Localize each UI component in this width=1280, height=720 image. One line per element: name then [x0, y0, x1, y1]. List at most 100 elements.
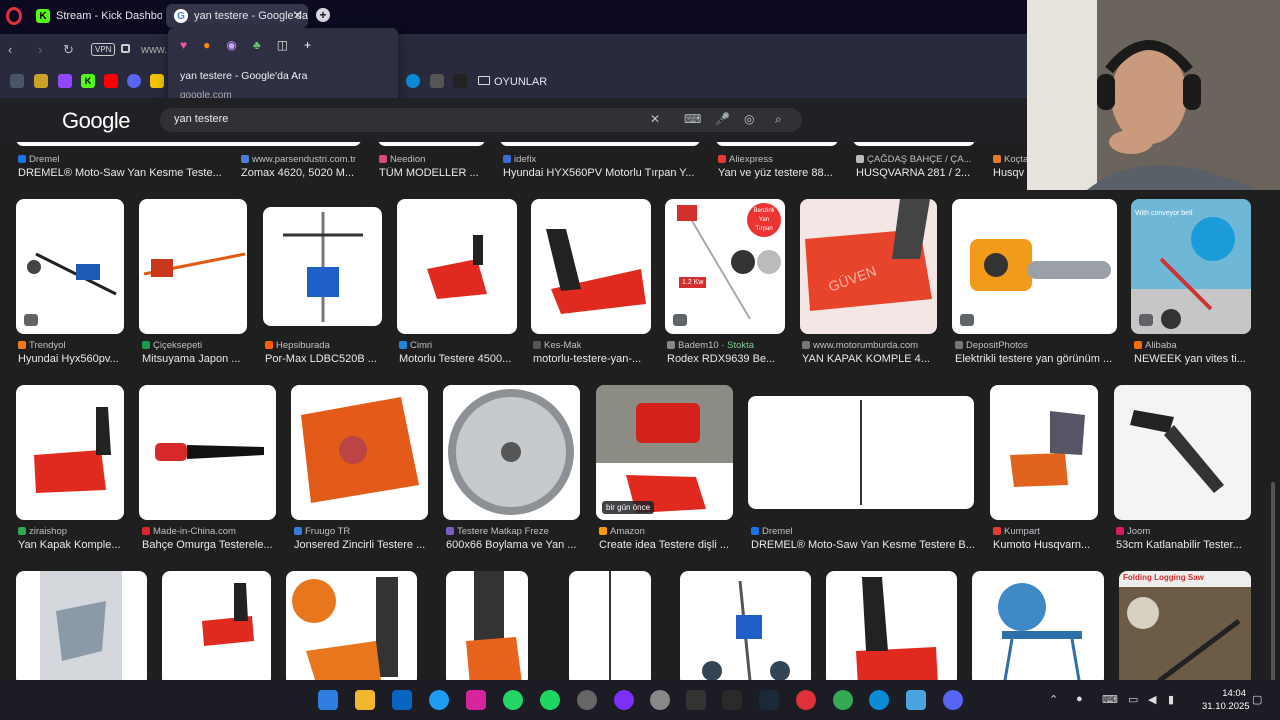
file-explorer-icon[interactable]: [355, 690, 375, 710]
result-thumbnail[interactable]: [446, 571, 528, 680]
result-title[interactable]: motorlu-testere-yan-...: [533, 353, 651, 365]
notification-icon[interactable]: ▢: [1252, 693, 1262, 706]
result-thumbnail[interactable]: [291, 385, 428, 520]
result-title[interactable]: Kumoto Husqvarn...: [993, 539, 1098, 551]
result-thumbnail[interactable]: [397, 199, 517, 334]
result-source[interactable]: Cimri: [399, 340, 432, 351]
result-title[interactable]: YAN KAPAK KOMPLE 4...: [802, 353, 937, 365]
result-source[interactable]: Trendyol: [18, 340, 66, 351]
result-thumbnail[interactable]: [286, 571, 417, 680]
google-logo[interactable]: Google: [62, 108, 130, 134]
url-field[interactable]: www.: [141, 44, 167, 56]
result-title[interactable]: 53cm Katlanabilir Tester...: [1116, 539, 1251, 551]
search-input[interactable]: yan testere ✕ ⌨ 🎤 ◎ ⌕: [160, 108, 802, 132]
result-thumbnail[interactable]: [500, 142, 700, 146]
games-icon[interactable]: [686, 690, 706, 710]
result-title[interactable]: Elektrikli testere yan görünüm ...: [955, 353, 1115, 365]
lock-icon[interactable]: [121, 44, 130, 53]
search-query[interactable]: yan testere: [174, 113, 228, 125]
bookmark-icon[interactable]: [34, 74, 48, 88]
chrome-icon[interactable]: [833, 690, 853, 710]
forward-icon[interactable]: ›: [38, 42, 42, 57]
result-title[interactable]: HUSQVARNA 281 / 2...: [856, 167, 976, 179]
result-title[interactable]: Motorlu Testere 4500...: [399, 353, 517, 365]
result-thumbnail[interactable]: [952, 199, 1117, 334]
steam-icon[interactable]: [759, 690, 779, 710]
bookmark-grid-icon[interactable]: [10, 74, 24, 88]
app-icon[interactable]: [614, 690, 634, 710]
windows-start-icon[interactable]: [318, 690, 338, 710]
edge-icon[interactable]: [869, 690, 889, 710]
volume-icon[interactable]: ◀: [1148, 693, 1156, 706]
edge-icon[interactable]: [406, 74, 420, 88]
discord-icon[interactable]: [943, 690, 963, 710]
result-source[interactable]: DepositPhotos: [955, 340, 1028, 351]
result-thumbnail[interactable]: [826, 571, 957, 680]
result-thumbnail[interactable]: Folding Logging Saw: [1119, 571, 1251, 680]
chevron-up-icon[interactable]: ⌃: [1049, 693, 1058, 706]
outlook-icon[interactable]: [392, 690, 412, 710]
add-icon[interactable]: +: [304, 38, 311, 52]
result-source[interactable]: ÇAĞDAŞ BAHÇE / ÇA...: [856, 154, 972, 165]
result-source[interactable]: Aliexpress: [718, 154, 773, 165]
result-title[interactable]: Rodex RDX9639 Be...: [667, 353, 785, 365]
result-thumbnail[interactable]: [853, 142, 975, 146]
close-tab-icon[interactable]: ✕: [293, 9, 302, 22]
result-source[interactable]: Alibaba: [1134, 340, 1177, 351]
result-title[interactable]: Por-Max LDBC520B ...: [265, 353, 385, 365]
reload-icon[interactable]: ↻: [63, 42, 74, 58]
result-thumbnail[interactable]: [139, 385, 276, 520]
taskbar-clock[interactable]: 14:04 31.10.2025: [1202, 687, 1250, 713]
result-thumbnail[interactable]: [16, 385, 124, 520]
result-source[interactable]: Kumpart: [993, 526, 1040, 537]
bookmark-folder-oyunlar[interactable]: OYUNLAR: [494, 76, 547, 88]
result-title[interactable]: Mitsuyama Japon ...: [142, 353, 248, 365]
result-thumbnail[interactable]: With conveyor belt: [1131, 199, 1251, 334]
result-title[interactable]: 600x66 Boylama ve Yan ...: [446, 539, 580, 551]
result-title[interactable]: Jonsered Zincirli Testere ...: [294, 539, 428, 551]
tab-google-search[interactable]: G yan testere - Google'da Ara: [166, 4, 308, 28]
result-thumbnail[interactable]: [748, 396, 974, 509]
emoji-icon[interactable]: ◉: [226, 38, 236, 52]
youtube-icon[interactable]: [104, 74, 118, 88]
spotify-icon[interactable]: [540, 690, 560, 710]
result-title[interactable]: Yan ve yüz testere 88...: [718, 167, 838, 179]
result-title[interactable]: DREMEL® Moto-Saw Yan Kesme Testere B...: [751, 539, 975, 551]
result-thumbnail[interactable]: [263, 207, 382, 326]
result-source[interactable]: Testere Matkap Freze: [446, 526, 549, 537]
result-source[interactable]: idefix: [503, 154, 536, 165]
result-source[interactable]: www.motorumburda.com: [802, 340, 918, 351]
twitch-icon[interactable]: [58, 74, 72, 88]
kick-icon[interactable]: K: [81, 74, 95, 88]
result-title[interactable]: Zomax 4620, 5020 M...: [241, 167, 361, 179]
result-source[interactable]: Badem10 · Stokta: [667, 340, 754, 351]
result-source[interactable]: www.parsendustri.com.tr: [241, 154, 356, 165]
result-thumbnail[interactable]: bir gün önce: [596, 385, 733, 520]
result-title[interactable]: Hyundai HYX560PV Motorlu Tırpan Y...: [503, 167, 698, 179]
bookmark-icon[interactable]: [430, 74, 444, 88]
result-thumbnail[interactable]: [378, 142, 485, 146]
result-title[interactable]: Create idea Testere dişli ...: [599, 539, 733, 551]
instagram-icon[interactable]: [466, 690, 486, 710]
result-source[interactable]: Fruugo TR: [294, 526, 350, 537]
result-title[interactable]: Yan Kapak Komple...: [18, 539, 124, 551]
discord-icon[interactable]: [127, 74, 141, 88]
opera-logo-icon[interactable]: [6, 7, 22, 25]
result-source[interactable]: Amazon: [599, 526, 645, 537]
bookmark-icon[interactable]: [150, 74, 164, 88]
keyboard-icon[interactable]: ⌨: [684, 112, 701, 126]
app-icon[interactable]: [650, 690, 670, 710]
folder-icon[interactable]: [478, 76, 490, 85]
search-icon[interactable]: ⌕: [775, 112, 782, 127]
twitter-icon[interactable]: [429, 690, 449, 710]
microphone-icon[interactable]: ●: [1076, 693, 1083, 705]
lens-icon[interactable]: ◎: [744, 112, 754, 126]
result-thumbnail[interactable]: [139, 199, 247, 334]
page-scrollbar[interactable]: [1271, 482, 1275, 680]
result-thumbnail[interactable]: [1114, 385, 1251, 520]
heart-icon[interactable]: ♥: [180, 38, 187, 52]
result-title[interactable]: DREMEL® Moto-Saw Yan Kesme Teste...: [18, 167, 223, 179]
result-title[interactable]: Husqv: [993, 167, 1027, 179]
result-thumbnail[interactable]: Benzinli Yan Tırpan 1.2 Kw: [665, 199, 785, 334]
bookmark-icon[interactable]: [453, 74, 467, 88]
